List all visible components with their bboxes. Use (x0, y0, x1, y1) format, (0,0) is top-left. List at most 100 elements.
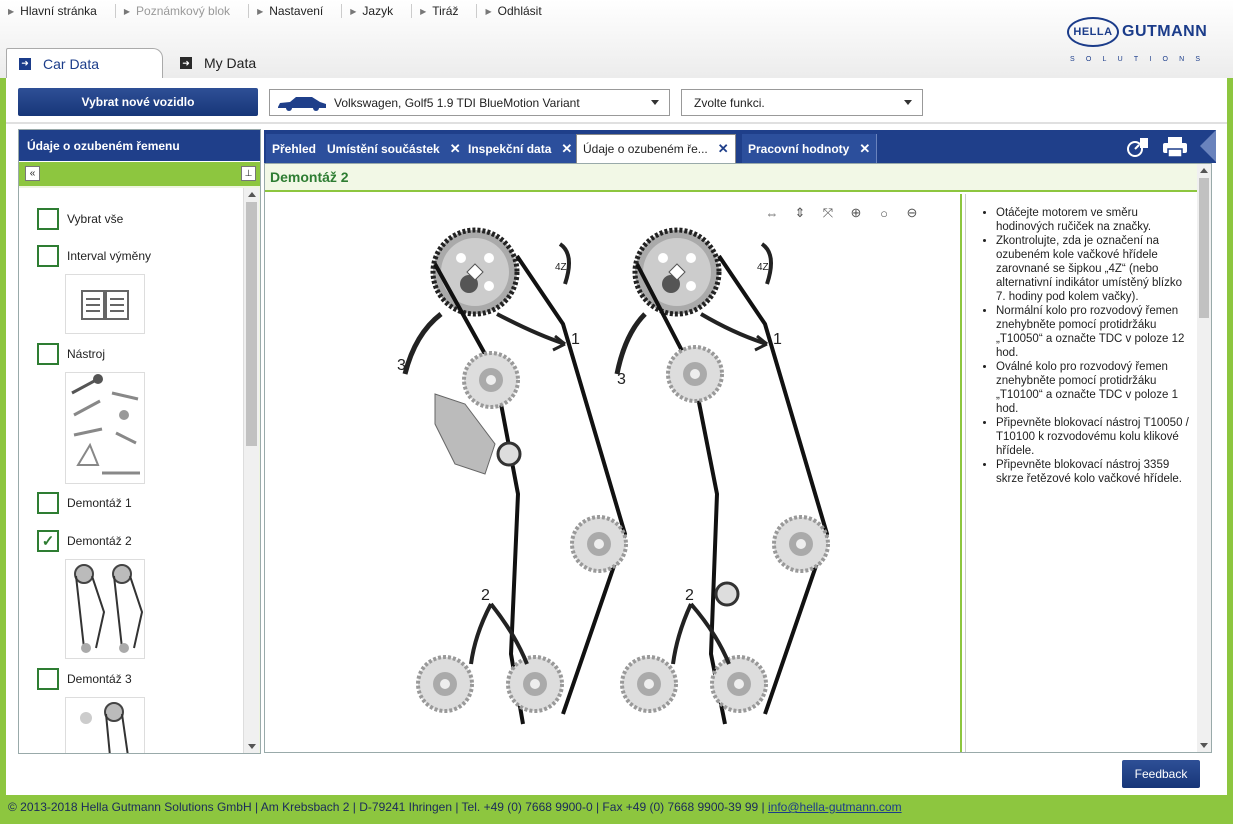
list-item-select-all[interactable]: Vybrat vše (37, 208, 123, 230)
scroll-down-icon[interactable] (248, 744, 256, 749)
pin-icon[interactable]: ⊥ (241, 166, 256, 181)
callout-3: 3 (617, 371, 626, 388)
nav-link-settings[interactable]: ▶ Nastavení (257, 4, 333, 18)
footer-email-link[interactable]: info@hella-gutmann.com (768, 800, 902, 814)
section-title: Demontáž 2 (265, 164, 1211, 192)
left-panel-title: Údaje o ozubeném řemenu (19, 130, 260, 161)
printer-icon[interactable] (1161, 134, 1189, 160)
instruction-item: Normální kolo pro rozvodový řemen znehyb… (996, 304, 1189, 360)
belt-diagram-thumbnail (74, 564, 144, 653)
left-panel-scrollbar[interactable] (243, 188, 259, 753)
nav-separator (476, 4, 478, 18)
left-panel-list: Vybrat vše Interval výměny Nástroj Demon… (19, 188, 243, 753)
function-select[interactable]: Zvolte funkci. (681, 89, 923, 116)
feedback-button[interactable]: Feedback (1122, 760, 1200, 788)
scrollbar-thumb[interactable] (246, 202, 257, 446)
document-tab-bar: Přehled Umístění součástek ✕ Inspekční da… (264, 130, 1216, 163)
instruction-item: Zkontrolujte, zda je označení na ozubené… (996, 234, 1189, 304)
checkbox[interactable] (37, 245, 59, 267)
document-content: Demontáž 2 ⇔ ⇕ ⤧ ⊕ ○ ⊖ 4Z 1 3 2 4Z 1 3 2… (264, 163, 1212, 753)
select-new-vehicle-button[interactable]: Vybrat nové vozidlo (18, 88, 258, 116)
list-item-removal-1[interactable]: Demontáž 1 (37, 492, 132, 514)
list-item-tool[interactable]: Nástroj (37, 343, 105, 365)
vehicle-select[interactable]: Volkswagen, Golf5 1.9 TDI BlueMotion Var… (269, 89, 670, 116)
tools-thumbnail[interactable] (65, 372, 145, 484)
callout-2: 2 (481, 587, 490, 604)
scrollbar-thumb[interactable] (1199, 178, 1209, 318)
instructions-pane: Otáčejte motorem ve směru hodinových ruč… (965, 194, 1197, 752)
scroll-up-icon[interactable] (248, 192, 256, 197)
book-icon (81, 290, 129, 320)
chevron-down-icon (651, 100, 659, 105)
gauge-settings-icon[interactable] (1124, 134, 1152, 160)
car-icon (278, 96, 326, 111)
tab-working-values[interactable]: Pracovní hodnoty ✕ (742, 134, 878, 163)
book-icon-thumbnail[interactable] (65, 274, 145, 334)
tab-inspection-data[interactable]: Inspekční data ✕ (462, 134, 580, 163)
list-item-removal-2[interactable]: ✓ Demontáž 2 (37, 530, 132, 552)
instruction-item: Připevněte blokovací nástroj 3359 skrze … (996, 458, 1189, 486)
nav-link-home[interactable]: ▶ Hlavní stránka (8, 4, 107, 18)
triangle-right-icon: ▶ (257, 6, 264, 16)
nav-separator (341, 4, 343, 18)
tab-bar-end-arrow (1200, 130, 1216, 162)
close-icon[interactable]: ✕ (859, 141, 870, 157)
marker-4z-label: 4Z (757, 262, 769, 273)
tab-my-data[interactable]: ➜ My Data (168, 48, 288, 78)
triangle-right-icon: ▶ (8, 6, 15, 16)
checkmark-icon: ✓ (41, 533, 55, 550)
checkbox[interactable] (37, 208, 59, 230)
nav-separator (114, 4, 116, 18)
nav-link-imprint[interactable]: ▶ Tiráž (420, 4, 468, 18)
page: ▶ Hlavní stránka ▶ Poznámkový blok ▶ Nastav… (0, 0, 1233, 795)
callout-1: 1 (571, 331, 580, 348)
top-navigation: ▶ Hlavní stránka ▶ Poznámkový blok ▶ Nastav… (0, 0, 1233, 78)
collapse-double-chevron-icon[interactable]: « (25, 166, 40, 181)
removal-3-thumbnail[interactable] (65, 697, 145, 753)
nav-separator (411, 4, 413, 18)
arrow-right-box-icon: ➜ (180, 57, 192, 69)
triangle-right-icon: ▶ (485, 6, 492, 16)
divider (6, 122, 1227, 124)
left-panel-toolbar: « ⊥ (19, 161, 260, 186)
nav-link-logout[interactable]: ▶ Odhlásit (485, 4, 551, 18)
triangle-right-icon: ▶ (123, 6, 131, 16)
tools-image (71, 374, 140, 475)
left-panel: Údaje o ozubeném řemenu « ⊥ Vybrat vše I… (18, 129, 261, 754)
marker-4z-label: 4Z (555, 262, 567, 273)
nav-link-notepad: ▶ Poznámkový blok (123, 4, 231, 18)
callout-1: 1 (773, 331, 782, 348)
checkbox[interactable] (37, 668, 59, 690)
gutmann-wordmark: GUTMANN (1122, 23, 1208, 40)
diagram-pane: ⇔ ⇕ ⤧ ⊕ ○ ⊖ 4Z 1 3 2 4Z 1 3 2 (265, 194, 962, 752)
solutions-wordmark: SOLUTIONS (1070, 56, 1212, 63)
list-item-removal-3[interactable]: Demontáž 3 (37, 668, 132, 690)
instructions-list: Otáčejte motorem ve směru hodinových ruč… (982, 206, 1189, 486)
list-item-interval[interactable]: Interval výměny (37, 245, 151, 267)
callout-3: 3 (397, 357, 406, 374)
triangle-right-icon: ▶ (350, 6, 357, 16)
checkbox-checked[interactable]: ✓ (37, 530, 59, 552)
footer: © 2013-2018 Hella Gutmann Solutions GmbH… (8, 800, 902, 814)
arrow-right-box-icon: ➜ (19, 57, 31, 70)
removal-2-thumbnail[interactable] (65, 559, 145, 659)
checkbox[interactable] (37, 492, 59, 514)
close-icon[interactable]: ✕ (450, 141, 461, 157)
tab-timing-belt-data[interactable]: Údaje o ozubeném ře... ✕ (576, 134, 736, 163)
scroll-up-icon[interactable] (1200, 168, 1208, 173)
tab-component-location[interactable]: Umístění součástek ✕ (321, 134, 468, 163)
diagram-right: 4Z 1 3 2 (614, 230, 830, 725)
diagram-left: 4Z 1 3 2 (397, 230, 628, 725)
instruction-item: Oválné kolo pro rozvodový řemen znehybně… (996, 360, 1189, 416)
content-scrollbar[interactable] (1197, 164, 1211, 752)
close-icon[interactable]: ✕ (561, 141, 572, 157)
scroll-down-icon[interactable] (1200, 743, 1208, 748)
triangle-right-icon: ▶ (420, 6, 427, 16)
checkbox[interactable] (37, 343, 59, 365)
tab-car-data[interactable]: ➜ Car Data (6, 48, 163, 78)
hella-logo-oval: HELLA (1067, 17, 1119, 47)
timing-belt-diagram: 4Z 1 3 2 4Z 1 3 2 (397, 194, 830, 725)
tab-overview[interactable]: Přehled (266, 134, 324, 163)
nav-link-language[interactable]: ▶ Jazyk (350, 4, 403, 18)
close-icon[interactable]: ✕ (718, 141, 729, 157)
